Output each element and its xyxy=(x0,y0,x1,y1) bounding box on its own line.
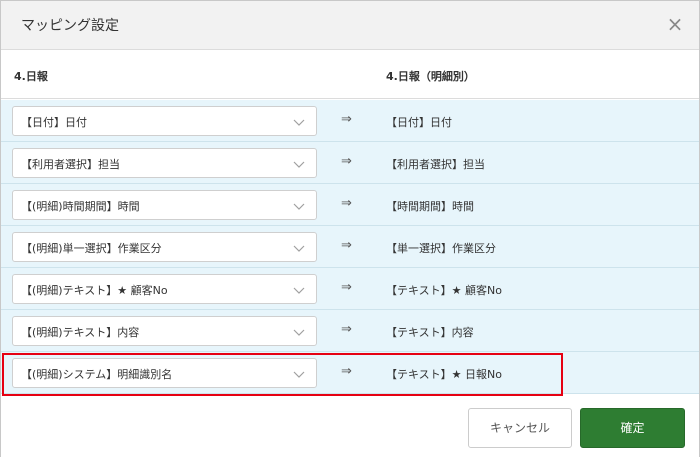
chevron-down-icon xyxy=(293,203,305,210)
source-field-value: 【(明細)単一選択】作業区分 xyxy=(21,242,162,255)
mapping-rows: 【日付】日付 ⇒ 【日付】日付 【利用者選択】担当 ⇒ 【利用者選択】担当 【(… xyxy=(1,100,699,394)
target-field-label: 【時間期間】時間 xyxy=(386,200,474,213)
column-header: 4.日報 4.日報（明細別） xyxy=(1,50,699,99)
target-field-label: 【テキスト】内容 xyxy=(386,326,474,339)
target-field-label: 【日付】日付 xyxy=(386,116,452,129)
chevron-down-icon xyxy=(293,245,305,252)
source-field-select[interactable]: 【(明細)テキスト】内容 xyxy=(12,316,317,346)
mapping-arrow: ⇒ xyxy=(341,196,352,211)
mapping-row: 【(明細)テキスト】★ 顧客No ⇒ 【テキスト】★ 顧客No xyxy=(1,268,699,310)
source-app-label: 4.日報 xyxy=(14,70,48,83)
mapping-row: 【(明細)テキスト】内容 ⇒ 【テキスト】内容 xyxy=(1,310,699,352)
chevron-down-icon xyxy=(293,329,305,336)
source-field-select[interactable]: 【(明細)テキスト】★ 顧客No xyxy=(12,274,317,304)
dialog-title: マッピング設定 xyxy=(21,18,119,34)
mapping-arrow: ⇒ xyxy=(341,364,352,379)
target-field-label: 【テキスト】★ 日報No xyxy=(386,368,502,381)
target-app-label: 4.日報（明細別） xyxy=(386,70,475,83)
mapping-arrow: ⇒ xyxy=(341,112,352,127)
source-field-select[interactable]: 【(明細)時間期間】時間 xyxy=(12,190,317,220)
mapping-row: 【利用者選択】担当 ⇒ 【利用者選択】担当 xyxy=(1,142,699,184)
mapping-arrow: ⇒ xyxy=(341,280,352,295)
cancel-button[interactable]: キャンセル xyxy=(468,408,572,448)
chevron-down-icon xyxy=(293,287,305,294)
source-field-select[interactable]: 【利用者選択】担当 xyxy=(12,148,317,178)
mapping-arrow: ⇒ xyxy=(341,322,352,337)
dialog-footer: キャンセル 確定 xyxy=(1,399,699,457)
mapping-dialog: マッピング設定 × 4.日報 4.日報（明細別） 【日付】日付 ⇒ 【日付】日付… xyxy=(0,0,700,457)
mapping-row: 【日付】日付 ⇒ 【日付】日付 xyxy=(1,100,699,142)
target-field-label: 【単一選択】作業区分 xyxy=(386,242,496,255)
mapping-row: 【(明細)単一選択】作業区分 ⇒ 【単一選択】作業区分 xyxy=(1,226,699,268)
target-field-label: 【テキスト】★ 顧客No xyxy=(386,284,502,297)
source-field-value: 【(明細)テキスト】★ 顧客No xyxy=(21,284,168,297)
chevron-down-icon xyxy=(293,161,305,168)
close-icon[interactable]: × xyxy=(665,14,685,34)
source-field-select[interactable]: 【日付】日付 xyxy=(12,106,317,136)
mapping-arrow: ⇒ xyxy=(341,154,352,169)
source-field-value: 【(明細)システム】明細識別名 xyxy=(21,368,173,381)
source-field-value: 【(明細)時間期間】時間 xyxy=(21,200,140,213)
source-field-value: 【日付】日付 xyxy=(21,116,87,129)
source-field-select[interactable]: 【(明細)単一選択】作業区分 xyxy=(12,232,317,262)
target-field-label: 【利用者選択】担当 xyxy=(386,158,485,171)
dialog-header: マッピング設定 × xyxy=(1,1,699,50)
chevron-down-icon xyxy=(293,371,305,378)
mapping-row: 【(明細)時間期間】時間 ⇒ 【時間期間】時間 xyxy=(1,184,699,226)
mapping-arrow: ⇒ xyxy=(341,238,352,253)
confirm-button[interactable]: 確定 xyxy=(580,408,685,448)
mapping-row: 【(明細)システム】明細識別名 ⇒ 【テキスト】★ 日報No xyxy=(1,352,699,394)
source-field-value: 【(明細)テキスト】内容 xyxy=(21,326,140,339)
chevron-down-icon xyxy=(293,119,305,126)
source-field-value: 【利用者選択】担当 xyxy=(21,158,120,171)
source-field-select[interactable]: 【(明細)システム】明細識別名 xyxy=(12,358,317,388)
